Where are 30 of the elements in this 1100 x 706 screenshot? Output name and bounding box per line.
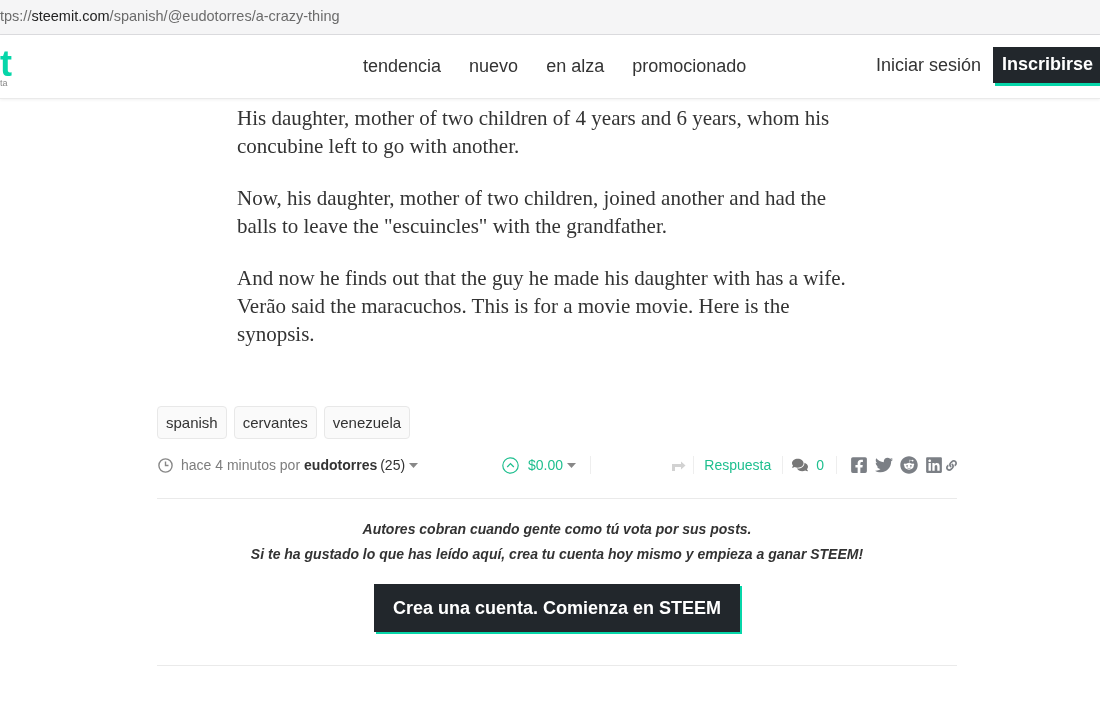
reddit-icon[interactable] [900, 456, 918, 474]
nav-link[interactable]: tendencia [363, 56, 442, 77]
facebook-icon[interactable] [850, 456, 868, 474]
signup-prompt-text: Si te ha gustado lo que has leído aquí, crea tu cuenta hoy mismo y empieza a ganar STEEM! [250, 545, 864, 564]
comments-icon[interactable] [792, 457, 809, 473]
author-reputation: (25) [380, 457, 406, 473]
linkedin-icon[interactable] [925, 456, 943, 474]
upvote-icon[interactable] [502, 456, 519, 474]
clock-icon [158, 457, 173, 473]
create-account-button[interactable]: Crea una cuenta. Comienza en STEEM [373, 584, 741, 632]
link-icon[interactable] [946, 459, 957, 471]
tag-link[interactable]: cervantes [233, 406, 317, 439]
tag-link[interactable]: venezuela [323, 406, 411, 439]
sign-up-button[interactable]: Inscribirse [992, 46, 1100, 83]
nav-link[interactable]: nuevo [469, 56, 519, 77]
author-link[interactable]: eudotorres [304, 457, 378, 473]
nav-link[interactable]: promocionado [632, 56, 747, 77]
nav-link[interactable]: en alza [546, 56, 605, 77]
tag-link[interactable]: spanish [157, 406, 227, 439]
twitter-icon[interactable] [875, 456, 893, 474]
caret-icon [409, 462, 419, 468]
article-paragraph: And now he finds out that the guy he made his daughter with has a wife. Verão said the maracuchos. This is for a movie movie. Here is the synopsis. [237, 265, 847, 348]
signup-prompt-text: Autores cobran cuando gente como tú vota por sus posts. [362, 520, 752, 539]
caret-icon [567, 462, 577, 468]
article-paragraph: Now, his daughter, mother of two children, joined another and had the balls to leave the "escuincles" with the grandfather. [237, 185, 828, 240]
post-time: hace 4 minutos por [181, 457, 301, 473]
logo-tagline: ta [0, 77, 8, 88]
url-field[interactable]: tps://steemit.com/spanish/@eudotorres/a-crazy-thing [0, 8, 340, 26]
sign-in-link[interactable]: Iniciar sesión [875, 54, 981, 76]
article-paragraph: His daughter, mother of two children of 4 years and 6 years, whom his concubine left to go with another. [237, 105, 831, 160]
